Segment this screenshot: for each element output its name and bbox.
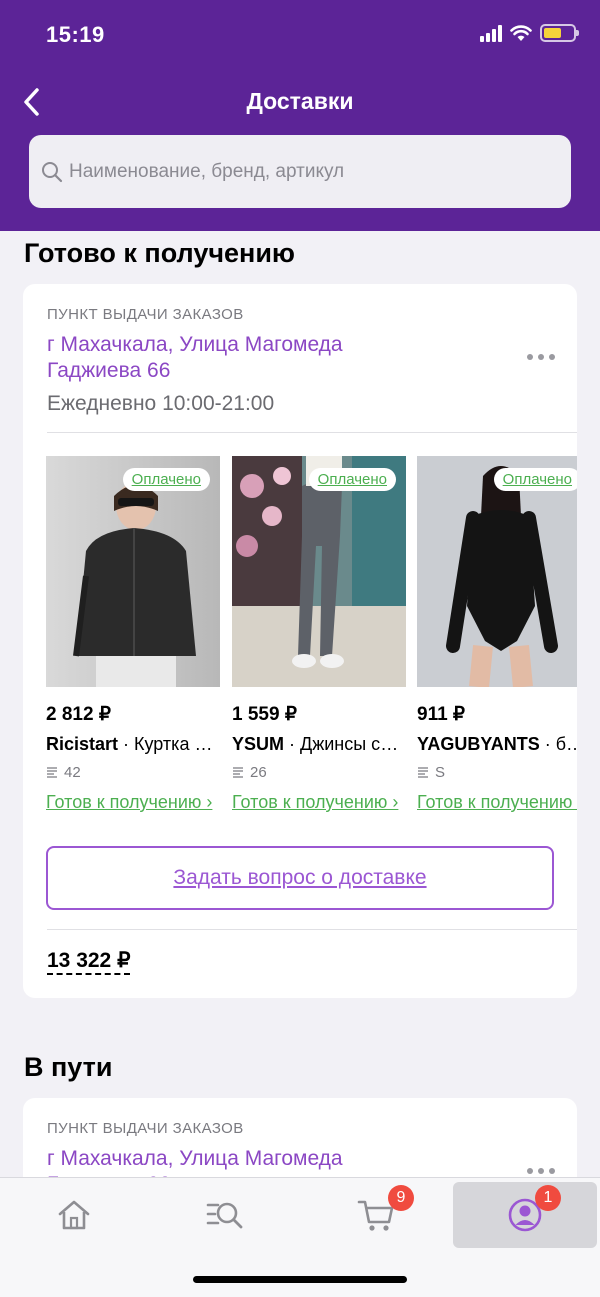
product-size-value: 42	[64, 764, 81, 781]
pickup-label: ПУНКТ ВЫДАЧИ ЗАКАЗОВ	[47, 306, 244, 323]
status-bar: 15:19	[0, 0, 600, 70]
header: 15:19 Доставки	[0, 0, 600, 231]
catalog-search-icon	[206, 1202, 243, 1229]
home-icon	[58, 1200, 90, 1230]
product-name: · боди	[544, 734, 577, 754]
profile-badge: 1	[535, 1185, 561, 1211]
product-status-link[interactable]: Готов к получению ›	[46, 791, 220, 814]
home-indicator	[193, 1276, 407, 1283]
product-status-link[interactable]: Готов к получению ›	[417, 791, 577, 814]
product-size: 26	[232, 764, 406, 781]
product-status-link[interactable]: Готов к получению ›	[232, 791, 406, 814]
divider	[47, 929, 577, 930]
tab-home[interactable]	[2, 1182, 146, 1248]
tab-catalog[interactable]	[153, 1182, 297, 1248]
product-title: YAGUBYANTS · боди	[417, 734, 577, 755]
product-size-value: S	[435, 764, 446, 781]
product-photo-jacket[interactable]: Оплачено	[46, 456, 220, 687]
product-card[interactable]: Оплачено 1 559 ₽ YSUM · Джинсы скинни 26…	[232, 456, 406, 814]
product-price: 911 ₽	[417, 704, 466, 725]
pickup-hours: Ежедневно 10:00-21:00	[47, 392, 275, 415]
product-photo-bodysuit[interactable]: Оплачено	[417, 456, 577, 687]
product-title: Ricistart · Куртка зимняя	[46, 734, 220, 755]
status-icons	[480, 24, 579, 42]
divider	[47, 432, 577, 433]
size-icon	[233, 766, 243, 778]
product-size: 42	[46, 764, 220, 781]
paid-badge: Оплачено	[122, 468, 210, 491]
product-size: S	[417, 764, 577, 781]
ask-delivery-question-button[interactable]: Задать вопрос о доставке	[46, 846, 554, 910]
search-input[interactable]	[69, 160, 549, 183]
pickup-address[interactable]: г Махачкала, Улица Магомеда Гаджиева 66	[47, 332, 407, 384]
section-title-transit: В пути	[24, 1052, 113, 1082]
product-title: YSUM · Джинсы скинни	[232, 734, 406, 755]
cellular-signal-icon	[480, 24, 502, 42]
search-icon	[42, 161, 63, 182]
product-brand: YAGUBYANTS	[417, 734, 540, 754]
order-total[interactable]: 13 322 ₽	[47, 949, 131, 975]
product-price: 1 559 ₽	[232, 704, 297, 725]
product-name: · Куртка зимняя	[123, 734, 220, 754]
battery-icon	[540, 24, 579, 42]
product-photo-jeans[interactable]: Оплачено	[232, 456, 406, 687]
size-icon	[418, 766, 428, 778]
product-brand: YSUM	[232, 734, 285, 754]
status-time: 15:19	[46, 22, 105, 47]
product-price: 2 812 ₽	[46, 704, 111, 725]
product-brand: Ricistart	[46, 734, 119, 754]
tab-cart[interactable]: 9	[304, 1182, 448, 1248]
product-size-value: 26	[250, 764, 267, 781]
pickup-label: ПУНКТ ВЫДАЧИ ЗАКАЗОВ	[47, 1120, 244, 1137]
product-card[interactable]: Оплачено 2 812 ₽ Ricistart · Куртка зимн…	[46, 456, 220, 814]
page-title: Доставки	[246, 88, 354, 114]
search-bar[interactable]	[29, 135, 571, 208]
product-card[interactable]: Оплачено 911 ₽ YAGUBYANTS · боди S Готов…	[417, 456, 577, 814]
size-icon	[47, 766, 57, 778]
paid-badge: Оплачено	[308, 468, 396, 491]
wifi-icon	[510, 25, 532, 41]
cart-badge: 9	[388, 1185, 414, 1211]
section-title-ready: Готово к получению	[24, 238, 295, 268]
tab-profile[interactable]: 1	[453, 1182, 597, 1248]
more-options-button[interactable]	[527, 348, 555, 366]
delivery-card-ready: ПУНКТ ВЫДАЧИ ЗАКАЗОВ г Махачкала, Улица …	[23, 284, 577, 998]
product-name: · Джинсы скинни	[289, 734, 406, 754]
paid-badge: Оплачено	[493, 468, 577, 491]
